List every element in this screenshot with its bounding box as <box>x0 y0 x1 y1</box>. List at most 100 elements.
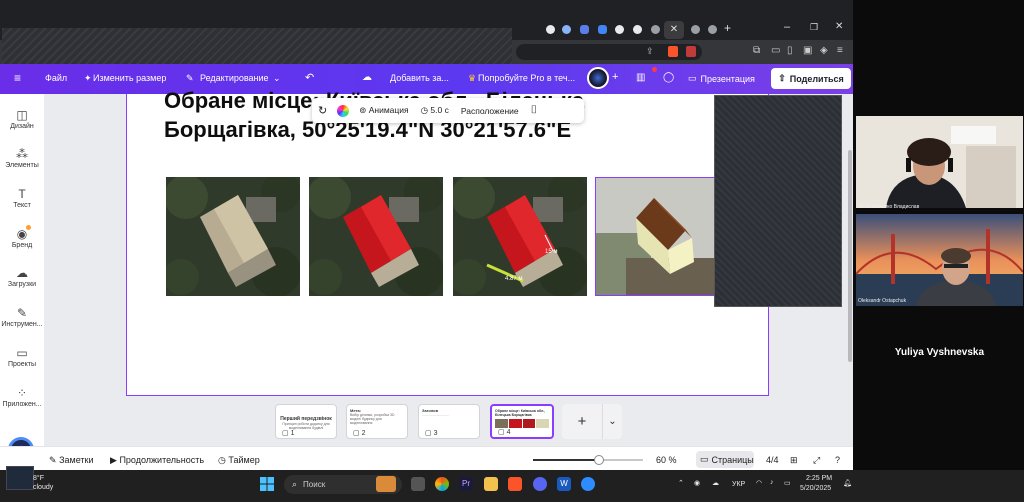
sidebar-item-design[interactable]: ◫ Дизайн <box>0 108 44 130</box>
notes-icon: ✎ <box>49 455 57 465</box>
sidebar-item-tools[interactable]: ✎ Инструмен... <box>0 306 44 328</box>
resize-menu[interactable]: Изменить размер <box>93 73 166 83</box>
notes-button[interactable]: ✎ Заметки <box>49 455 94 466</box>
zoom-tray-icon[interactable]: ◉ <box>694 479 700 487</box>
copilot-icon[interactable] <box>435 477 449 491</box>
tab-favicon-icon[interactable] <box>651 25 660 34</box>
grid-view-icon[interactable]: ⊞ <box>790 455 798 466</box>
fullscreen-icon[interactable]: ⤢ <box>813 455 820 466</box>
weather-icon[interactable] <box>6 466 34 490</box>
paint-roller-icon[interactable]: ⌷ <box>525 104 544 117</box>
position-button[interactable]: Расположение <box>455 106 525 116</box>
sidebar-item-brand[interactable]: ◉ Бренд <box>0 227 44 249</box>
try-pro-button[interactable]: Попробуйте Pro в теч... <box>478 73 575 83</box>
cloud-tray-icon[interactable]: ☁ <box>712 479 719 487</box>
active-tab-close-icon[interactable]: ✕ <box>664 21 684 39</box>
minimize-icon[interactable]: – <box>784 21 790 33</box>
aerial-image-1[interactable] <box>166 177 300 296</box>
tab-favicon-icon[interactable] <box>546 25 555 34</box>
duration-button[interactable]: ◷ 5.0 с <box>415 105 455 116</box>
presentation-button[interactable]: ▭ Презентация <box>683 68 767 89</box>
video-overlay-panel <box>714 95 842 307</box>
restore-icon[interactable]: ❐ <box>810 22 818 33</box>
add-page-group: + ⌄ <box>562 404 622 439</box>
slide-thumbnail-4-active[interactable]: Обране місце: Київська обл., Білецька Бо… <box>490 404 554 439</box>
tab-favicon-icon[interactable] <box>633 25 642 34</box>
brand-badge <box>26 225 31 230</box>
menu-icon[interactable]: ≡ <box>837 45 843 56</box>
add-page-button[interactable]: + <box>562 404 602 439</box>
text-icon: T <box>18 187 26 201</box>
notifications-bell-icon[interactable]: 🔔︎ <box>843 479 852 487</box>
color-wheel-icon[interactable] <box>333 104 353 117</box>
analytics-icon[interactable]: ▥ <box>636 72 645 83</box>
brave-rewards-icon[interactable] <box>686 46 696 57</box>
canvas-scrollbar[interactable] <box>848 150 852 362</box>
edit-icon[interactable]: ✎ <box>186 73 194 84</box>
zoom-percent[interactable]: 60 % <box>656 455 677 465</box>
tab-favicon-icon[interactable] <box>708 25 717 34</box>
cloud-save-icon[interactable]: ☁ <box>362 72 372 83</box>
task-view-icon[interactable] <box>411 477 425 491</box>
volume-icon[interactable]: ♪ <box>770 479 774 486</box>
tab-favicon-icon[interactable] <box>691 25 700 34</box>
brave-icon[interactable] <box>508 477 522 491</box>
hamburger-icon[interactable]: ≡ <box>14 71 21 85</box>
slide-thumbnail-2[interactable]: Мета: Вибір ділянки, розробка 3D моделі … <box>346 404 408 439</box>
add-to-menu[interactable]: Добавить за... <box>390 73 449 83</box>
battery-icon[interactable]: ▭ <box>784 479 791 487</box>
add-collaborator-icon[interactable]: + <box>612 71 618 83</box>
new-tab-icon[interactable]: + <box>724 21 731 35</box>
clock-date[interactable]: 5/20/2025 <box>800 485 831 492</box>
replace-icon[interactable]: ↻ <box>312 104 333 117</box>
tab-favicon-icon[interactable] <box>562 25 571 34</box>
zoom-slider-handle[interactable] <box>594 455 604 465</box>
tab-favicon-icon[interactable] <box>580 25 589 34</box>
pages-icon: ▭ <box>700 454 709 464</box>
discord-icon[interactable] <box>533 477 547 491</box>
help-icon[interactable]: ? <box>835 455 840 465</box>
file-explorer-icon[interactable] <box>484 477 498 491</box>
windows-start-icon[interactable] <box>260 477 274 491</box>
editing-menu[interactable]: Редактирование <box>200 73 269 83</box>
keyboard-language[interactable]: УКР <box>732 481 745 488</box>
sidebar-toggle-icon[interactable]: ▭ <box>771 45 780 56</box>
comment-icon[interactable]: ◯ <box>663 72 674 83</box>
window-close-icon[interactable]: ✕ <box>835 21 843 32</box>
undo-icon[interactable]: ↶ <box>305 71 314 84</box>
file-menu[interactable]: Файл <box>45 73 67 83</box>
wifi-icon[interactable]: ◠ <box>756 479 762 487</box>
premiere-icon[interactable]: Pr <box>459 477 473 491</box>
share-page-icon[interactable]: ⇪ <box>646 46 654 57</box>
zoom-icon[interactable] <box>581 477 595 491</box>
3d-model-image[interactable] <box>595 177 715 296</box>
slide-thumbnail-1[interactable]: Перший передзвінок Принцип роботи додатк… <box>275 404 337 439</box>
brave-shield-icon[interactable] <box>668 46 678 57</box>
sidebar-item-apps[interactable]: ⁘ Приложен... <box>0 386 44 408</box>
tab-favicon-icon[interactable] <box>615 25 624 34</box>
resize-icon[interactable]: ✦ <box>84 73 92 84</box>
chevron-down-icon[interactable]: ⌄ <box>602 404 622 439</box>
clock-time[interactable]: 2:25 PM <box>806 475 832 482</box>
sidebar-item-elements[interactable]: ⁂ Элементы <box>0 147 44 169</box>
participant-video-1[interactable] <box>856 116 1023 208</box>
bookmarks-icon[interactable]: ▯ <box>787 45 793 56</box>
wallet-icon[interactable]: ▣ <box>803 45 812 56</box>
chevron-down-icon[interactable]: ⌄ <box>273 73 281 84</box>
aerial-image-2[interactable] <box>309 177 443 296</box>
chevron-up-icon[interactable]: ⌃ <box>678 479 684 487</box>
word-icon[interactable]: W <box>557 477 571 491</box>
tab-favicon-icon[interactable] <box>598 25 607 34</box>
participant-video-2[interactable] <box>856 214 1023 306</box>
sidebar-item-projects[interactable]: ▭ Проекты <box>0 346 44 368</box>
sidebar-item-text[interactable]: T Текст <box>0 187 44 209</box>
timer-button[interactable]: ◷ Таймер <box>218 455 260 466</box>
extensions-icon[interactable]: ⧉ <box>753 45 760 56</box>
animation-button[interactable]: ⊚ Анимация <box>353 105 414 116</box>
share-button[interactable]: ⇧ Поделиться <box>771 68 851 89</box>
vpn-icon[interactable]: ◈ <box>820 45 828 56</box>
duration-footer-button[interactable]: ▶ Продолжительность <box>110 455 204 466</box>
slide-thumbnail-3[interactable]: Заголов ............................ ▢ 3 <box>418 404 480 439</box>
sidebar-item-uploads[interactable]: ☁ Загрузки <box>0 266 44 288</box>
pages-button[interactable]: ▭ Страницы <box>696 451 754 468</box>
